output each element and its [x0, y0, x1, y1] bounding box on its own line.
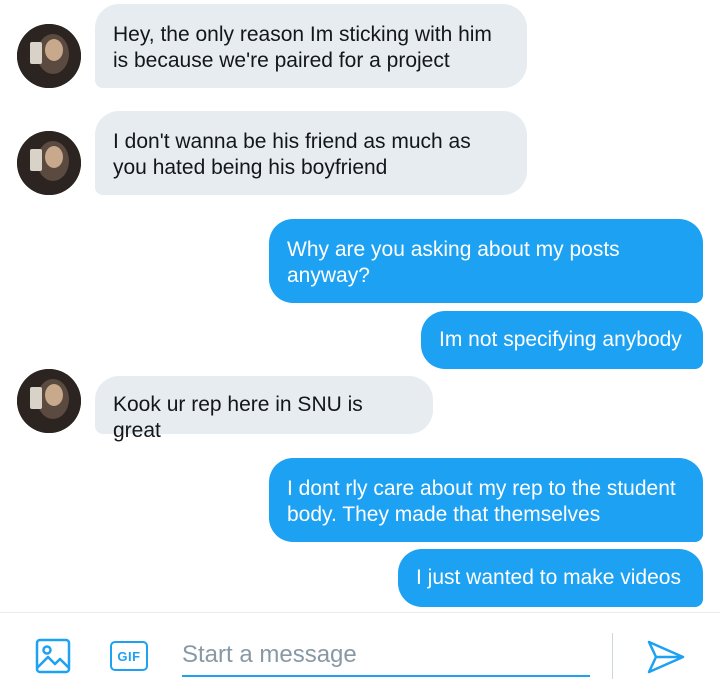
- message-text: I dont rly care about my rep to the stud…: [287, 477, 676, 526]
- message-bubble-outgoing[interactable]: Why are you asking about my posts anyway…: [269, 219, 703, 303]
- message-text: Kook ur rep here in SNU is great: [113, 393, 363, 442]
- message-bubble-outgoing[interactable]: I dont rly care about my rep to the stud…: [269, 458, 703, 542]
- gif-label: GIF: [110, 641, 148, 671]
- message-bubble-outgoing[interactable]: Im not specifying anybody: [421, 311, 703, 369]
- message-input[interactable]: [182, 635, 590, 677]
- message-bubble-outgoing[interactable]: I just wanted to make videos: [398, 549, 703, 607]
- composer-divider: [612, 633, 613, 679]
- conversation-thread: Hey, the only reason Im sticking with hi…: [0, 0, 720, 612]
- message-bubble-incoming[interactable]: Hey, the only reason Im sticking with hi…: [95, 4, 527, 88]
- message-bubble-incoming[interactable]: Kook ur rep here in SNU is great: [95, 376, 433, 442]
- message-composer: GIF: [0, 612, 720, 695]
- message-text: Why are you asking about my posts anyway…: [287, 238, 620, 287]
- contact-avatar[interactable]: [17, 369, 81, 433]
- message-text: Im not specifying anybody: [439, 328, 682, 351]
- contact-avatar[interactable]: [17, 24, 81, 88]
- message-text: Hey, the only reason Im sticking with hi…: [113, 23, 492, 72]
- image-icon[interactable]: [34, 637, 72, 675]
- gif-button[interactable]: GIF: [108, 638, 150, 674]
- message-text: I just wanted to make videos: [416, 566, 681, 589]
- contact-avatar[interactable]: [17, 131, 81, 195]
- message-bubble-incoming[interactable]: I don't wanna be his friend as much as y…: [95, 111, 527, 195]
- send-icon[interactable]: [644, 637, 688, 677]
- message-text: I don't wanna be his friend as much as y…: [113, 130, 471, 179]
